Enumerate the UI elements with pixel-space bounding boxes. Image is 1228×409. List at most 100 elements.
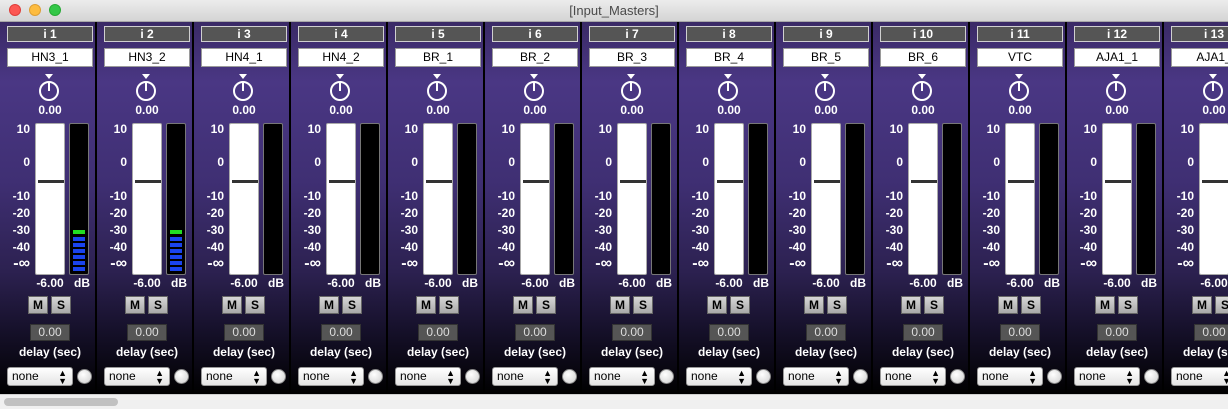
enable-toggle-button[interactable] <box>174 369 189 384</box>
mute-button[interactable]: M <box>1095 296 1115 314</box>
channel-name-field[interactable]: HN3_1 <box>7 48 93 67</box>
channel-name-field[interactable]: BR_6 <box>880 48 966 67</box>
routing-select[interactable]: none ▲ ▼ <box>395 367 461 386</box>
pan-knob-icon[interactable] <box>1202 74 1224 102</box>
routing-select[interactable]: none ▲ ▼ <box>1074 367 1140 386</box>
scrollbar-thumb[interactable] <box>4 398 118 406</box>
pan-knob-icon[interactable] <box>523 74 545 102</box>
mute-button[interactable]: M <box>901 296 921 314</box>
routing-select[interactable]: none ▲ ▼ <box>1171 367 1228 386</box>
mute-button[interactable]: M <box>804 296 824 314</box>
solo-button[interactable]: S <box>1118 296 1138 314</box>
routing-select[interactable]: none ▲ ▼ <box>104 367 170 386</box>
channel-name-field[interactable]: BR_4 <box>686 48 772 67</box>
channel-name-field[interactable]: HN3_2 <box>104 48 190 67</box>
fader-handle[interactable] <box>814 180 840 183</box>
mute-button[interactable]: M <box>707 296 727 314</box>
volume-fader[interactable] <box>811 123 841 275</box>
enable-toggle-button[interactable] <box>77 369 92 384</box>
delay-value-field[interactable]: 0.00 <box>515 324 555 341</box>
pan-knob-icon[interactable] <box>426 74 448 102</box>
routing-select[interactable]: none ▲ ▼ <box>492 367 558 386</box>
volume-fader[interactable] <box>326 123 356 275</box>
solo-button[interactable]: S <box>730 296 750 314</box>
solo-button[interactable]: S <box>148 296 168 314</box>
channel-name-field[interactable]: HN4_1 <box>201 48 287 67</box>
mute-button[interactable]: M <box>513 296 533 314</box>
pan-knob-icon[interactable] <box>329 74 351 102</box>
volume-fader[interactable] <box>132 123 162 275</box>
pan-knob-icon[interactable] <box>1105 74 1127 102</box>
delay-value-field[interactable]: 0.00 <box>806 324 846 341</box>
channel-name-field[interactable]: BR_2 <box>492 48 578 67</box>
routing-select[interactable]: none ▲ ▼ <box>201 367 267 386</box>
fader-handle[interactable] <box>232 180 258 183</box>
channel-name-field[interactable]: VTC <box>977 48 1063 67</box>
volume-fader[interactable] <box>1005 123 1035 275</box>
mute-button[interactable]: M <box>1192 296 1212 314</box>
pan-knob-icon[interactable] <box>717 74 739 102</box>
mute-button[interactable]: M <box>610 296 630 314</box>
fader-handle[interactable] <box>620 180 646 183</box>
routing-select[interactable]: none ▲ ▼ <box>686 367 752 386</box>
mute-button[interactable]: M <box>222 296 242 314</box>
mute-button[interactable]: M <box>125 296 145 314</box>
delay-value-field[interactable]: 0.00 <box>127 324 167 341</box>
mute-button[interactable]: M <box>998 296 1018 314</box>
horizontal-scrollbar[interactable] <box>0 394 1228 409</box>
delay-value-field[interactable]: 0.00 <box>612 324 652 341</box>
routing-select[interactable]: none ▲ ▼ <box>880 367 946 386</box>
enable-toggle-button[interactable] <box>853 369 868 384</box>
channel-name-field[interactable]: HN4_2 <box>298 48 384 67</box>
channel-name-field[interactable]: BR_5 <box>783 48 869 67</box>
pan-knob-icon[interactable] <box>135 74 157 102</box>
solo-button[interactable]: S <box>439 296 459 314</box>
enable-toggle-button[interactable] <box>562 369 577 384</box>
fader-handle[interactable] <box>135 180 161 183</box>
routing-select[interactable]: none ▲ ▼ <box>977 367 1043 386</box>
fader-handle[interactable] <box>717 180 743 183</box>
channel-name-field[interactable]: BR_3 <box>589 48 675 67</box>
volume-fader[interactable] <box>229 123 259 275</box>
fader-handle[interactable] <box>329 180 355 183</box>
volume-fader[interactable] <box>1199 123 1228 275</box>
enable-toggle-button[interactable] <box>1144 369 1159 384</box>
solo-button[interactable]: S <box>342 296 362 314</box>
volume-fader[interactable] <box>714 123 744 275</box>
enable-toggle-button[interactable] <box>465 369 480 384</box>
enable-toggle-button[interactable] <box>271 369 286 384</box>
pan-knob-icon[interactable] <box>620 74 642 102</box>
pan-knob-icon[interactable] <box>814 74 836 102</box>
solo-button[interactable]: S <box>633 296 653 314</box>
mute-button[interactable]: M <box>28 296 48 314</box>
delay-value-field[interactable]: 0.00 <box>30 324 70 341</box>
pan-knob-icon[interactable] <box>232 74 254 102</box>
delay-value-field[interactable]: 0.00 <box>224 324 264 341</box>
routing-select[interactable]: none ▲ ▼ <box>298 367 364 386</box>
solo-button[interactable]: S <box>827 296 847 314</box>
channel-name-field[interactable]: AJA1_1 <box>1074 48 1160 67</box>
routing-select[interactable]: none ▲ ▼ <box>7 367 73 386</box>
fader-handle[interactable] <box>426 180 452 183</box>
routing-select[interactable]: none ▲ ▼ <box>783 367 849 386</box>
solo-button[interactable]: S <box>924 296 944 314</box>
volume-fader[interactable] <box>35 123 65 275</box>
enable-toggle-button[interactable] <box>659 369 674 384</box>
delay-value-field[interactable]: 0.00 <box>709 324 749 341</box>
enable-toggle-button[interactable] <box>950 369 965 384</box>
volume-fader[interactable] <box>1102 123 1132 275</box>
fader-handle[interactable] <box>38 180 64 183</box>
enable-toggle-button[interactable] <box>1047 369 1062 384</box>
delay-value-field[interactable]: 0.00 <box>418 324 458 341</box>
solo-button[interactable]: S <box>51 296 71 314</box>
mute-button[interactable]: M <box>319 296 339 314</box>
fader-handle[interactable] <box>911 180 937 183</box>
solo-button[interactable]: S <box>536 296 556 314</box>
pan-knob-icon[interactable] <box>1008 74 1030 102</box>
volume-fader[interactable] <box>908 123 938 275</box>
delay-value-field[interactable]: 0.00 <box>1097 324 1137 341</box>
volume-fader[interactable] <box>423 123 453 275</box>
volume-fader[interactable] <box>520 123 550 275</box>
channel-name-field[interactable]: BR_1 <box>395 48 481 67</box>
delay-value-field[interactable]: 0.00 <box>1194 324 1228 341</box>
